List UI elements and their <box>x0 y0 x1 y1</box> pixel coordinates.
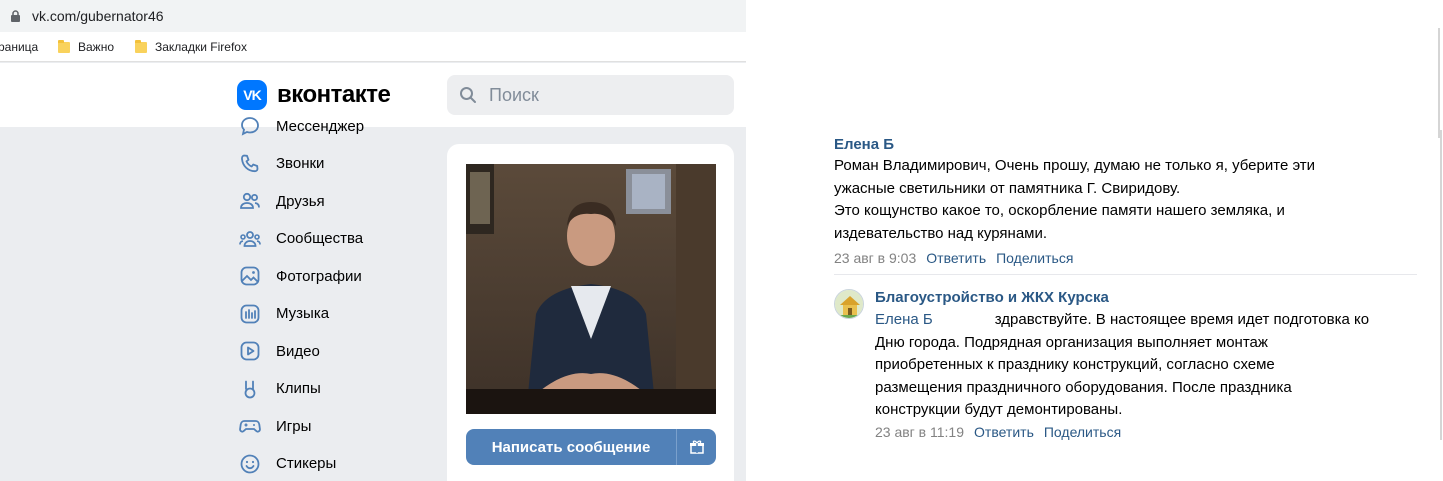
menu-item-video[interactable]: Видео <box>238 335 438 367</box>
friends-icon <box>240 192 260 209</box>
clips-icon <box>244 380 256 398</box>
menu-item-messenger[interactable]: Мессенджер <box>238 110 438 142</box>
comment-text: Елена Бздравствуйте. В настоящее время и… <box>875 311 1370 418</box>
search-input[interactable] <box>489 75 719 115</box>
menu-item-calls[interactable]: Звонки <box>238 148 438 180</box>
search-icon <box>460 87 476 103</box>
menu-item-photos[interactable]: Фотографии <box>238 260 438 292</box>
comment-author-link[interactable]: Благоустройство и ЖКХ Курска <box>875 289 1109 306</box>
menu-label: Стикеры <box>276 455 337 472</box>
reply-link[interactable]: Ответить <box>974 424 1034 440</box>
bookmark-folder-important[interactable]: Важно <box>58 39 114 54</box>
right-border-line <box>1438 28 1440 138</box>
bookmark-item[interactable]: раница <box>0 40 38 54</box>
stickers-icon <box>240 454 260 473</box>
communities-icon <box>239 230 261 247</box>
music-icon <box>240 304 260 323</box>
folder-icon <box>58 39 70 53</box>
menu-label: Звонки <box>276 155 325 172</box>
vk-logo-text[interactable]: вконтакте <box>277 81 391 109</box>
gift-button[interactable] <box>676 429 716 465</box>
vk-logo-icon[interactable]: VK <box>237 80 267 110</box>
menu-item-communities[interactable]: Сообщества <box>238 223 438 255</box>
vk-browser-screenshot: vk.com/gubernator46 раница Важно Закладк… <box>0 0 746 481</box>
comment-meta: 23 авг в 9:03 Ответить Поделиться <box>834 250 1073 266</box>
address-bar[interactable]: vk.com/gubernator46 <box>0 0 746 32</box>
menu-label: Друзья <box>276 192 325 210</box>
comment-text: Роман Владимирович, Очень прошу, думаю н… <box>834 157 1316 242</box>
menu-label: Мессенджер <box>276 117 365 135</box>
messenger-icon <box>241 117 259 136</box>
phone-icon <box>241 154 259 172</box>
comment-author-link[interactable]: Елена Б <box>834 136 894 153</box>
photos-icon <box>240 266 260 286</box>
write-message-label: Написать сообщение <box>491 438 651 456</box>
profile-card: Написать сообщение <box>447 144 734 481</box>
menu-label: Клипы <box>276 380 321 397</box>
menu-item-music[interactable]: Музыка <box>238 298 438 330</box>
comment-divider <box>834 274 1417 275</box>
comment-meta: 23 авг в 11:19 Ответить Поделиться <box>875 424 1121 440</box>
lock-icon <box>11 10 20 22</box>
menu-item-stickers[interactable]: Стикеры <box>238 448 438 480</box>
mention-link[interactable]: Елена Б <box>875 311 933 328</box>
menu-label: Фотографии <box>276 267 362 285</box>
share-link[interactable]: Поделиться <box>1044 424 1121 440</box>
menu-label: Музыка <box>276 305 330 322</box>
menu-label: Сообщества <box>276 230 364 247</box>
menu-item-clips[interactable]: Клипы <box>238 373 438 405</box>
comment-timestamp[interactable]: 23 авг в 9:03 <box>834 250 916 266</box>
house-icon <box>835 290 863 318</box>
comment-timestamp[interactable]: 23 авг в 11:19 <box>875 424 964 440</box>
share-link[interactable]: Поделиться <box>996 250 1073 266</box>
bookmark-folder-firefox[interactable]: Закладки Firefox <box>135 39 247 54</box>
games-icon <box>239 420 261 433</box>
write-message-button[interactable]: Написать сообщение <box>466 429 716 465</box>
gift-icon <box>689 440 704 454</box>
menu-item-games[interactable]: Игры <box>238 410 438 442</box>
reply-link[interactable]: Ответить <box>926 250 986 266</box>
comments-top-area <box>746 0 1443 130</box>
right-border-line <box>1440 130 1442 440</box>
menu-label: Видео <box>276 342 320 360</box>
community-avatar[interactable] <box>834 289 864 319</box>
menu-label: Игры <box>276 417 312 435</box>
bookmarks-bar: раница Важно Закладки Firefox <box>0 32 746 62</box>
folder-icon <box>135 39 147 53</box>
search-box[interactable] <box>447 75 734 115</box>
menu-item-friends[interactable]: Друзья <box>238 185 438 217</box>
video-icon <box>240 341 260 361</box>
profile-photo[interactable] <box>466 164 716 414</box>
url-text[interactable]: vk.com/gubernator46 <box>32 8 164 24</box>
profile-photo-image <box>466 164 716 414</box>
